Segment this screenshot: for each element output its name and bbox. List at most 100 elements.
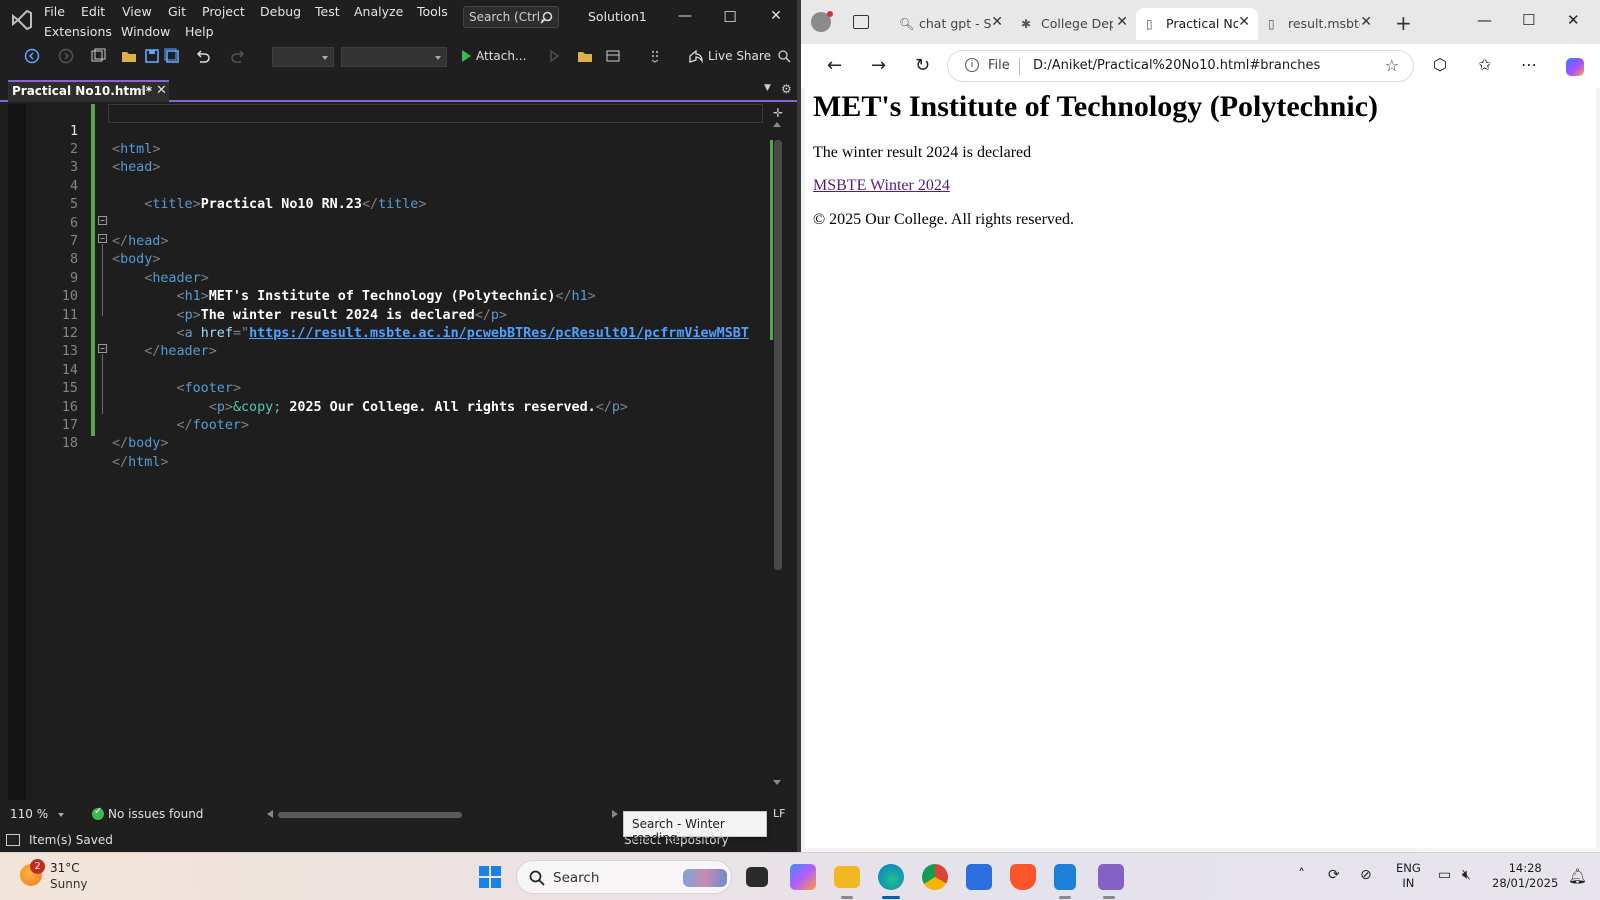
brave-icon[interactable] [1010, 864, 1036, 890]
horizontal-scrollbar[interactable] [270, 812, 615, 818]
menu-window[interactable]: Window [121, 24, 170, 39]
system-clock[interactable]: 14:28 28/01/2025 [1492, 861, 1558, 891]
browser-tab-practical[interactable]: ▯ Practical No ✕ [1136, 8, 1258, 40]
overflow-icon[interactable] [648, 48, 664, 64]
maximize-icon[interactable]: ☐ [720, 8, 740, 26]
menu-file[interactable]: File [44, 4, 65, 19]
scroll-down-icon[interactable] [773, 780, 781, 785]
scroll-thumb[interactable] [774, 140, 782, 570]
chevron-up-icon[interactable]: ˄ [1298, 867, 1305, 883]
back-arrow-icon[interactable]: ← [827, 55, 842, 76]
speaker-muted-icon[interactable]: 🔇︎ [1462, 867, 1471, 883]
split-editor-icon[interactable]: ✛ [773, 106, 783, 120]
msbte-link[interactable]: MSBTE Winter 2024 [813, 177, 950, 195]
chrome-icon[interactable] [922, 864, 948, 890]
platform-dropdown[interactable] [341, 47, 447, 67]
favorites-icon[interactable]: ✩ [1478, 55, 1491, 74]
new-tab-icon[interactable]: + [1395, 11, 1412, 35]
browser-tab-result[interactable]: ▯ result.msbte ✕ [1258, 8, 1380, 40]
code-editor[interactable]: − − − 1 <html> 2 <head> 3 4 <title>Pract… [8, 104, 786, 800]
extensions-icon[interactable]: ⬡ [1433, 55, 1447, 74]
zoom-level[interactable]: 110 % [10, 807, 48, 821]
close-icon[interactable]: ✕ [1567, 11, 1580, 29]
visual-studio-icon[interactable] [1098, 864, 1124, 890]
issues-status[interactable]: No issues found [108, 807, 203, 821]
sync-icon[interactable]: ⟳ [1328, 867, 1340, 883]
maximize-icon[interactable]: ☐ [1522, 11, 1535, 29]
undo-icon[interactable] [195, 48, 211, 64]
notification-bell-icon[interactable]: 🔔︎ [1568, 867, 1587, 885]
copilot-app-icon[interactable] [790, 864, 816, 890]
menu-view[interactable]: View [122, 4, 152, 19]
copilot-icon[interactable] [1566, 58, 1584, 76]
display-icon[interactable]: ▭ [1438, 867, 1451, 883]
vertical-scrollbar[interactable]: ✛ [770, 104, 786, 800]
close-tab-icon[interactable]: ✕ [1116, 14, 1128, 30]
close-tab-icon[interactable]: ✕ [1238, 14, 1250, 30]
scroll-up-icon[interactable] [773, 122, 781, 127]
language-indicator[interactable]: ENG IN [1396, 861, 1421, 891]
back-circle-icon[interactable] [24, 48, 40, 64]
new-project-icon[interactable] [90, 48, 106, 64]
taskbar-search[interactable]: Search [516, 860, 732, 894]
feedback-icon[interactable] [776, 48, 792, 64]
weather-temp[interactable]: 31°C [50, 861, 80, 875]
save-icon[interactable] [144, 48, 160, 64]
menu-edit[interactable]: Edit [81, 4, 105, 19]
close-icon[interactable]: ✕ [766, 8, 786, 24]
hscroll-thumb[interactable] [278, 812, 462, 818]
vs-search-box[interactable]: Search (Ctrl... [463, 6, 559, 28]
forward-arrow-icon[interactable]: → [871, 55, 886, 76]
save-all-icon[interactable] [164, 48, 180, 64]
network-off-icon[interactable]: ⊘ [1360, 867, 1372, 883]
menu-test[interactable]: Test [315, 4, 340, 19]
edge-icon[interactable] [878, 864, 904, 890]
menu-tools[interactable]: Tools [417, 4, 448, 19]
refresh-icon[interactable]: ↻ [915, 55, 930, 76]
menu-debug[interactable]: Debug [260, 4, 301, 19]
attach-button[interactable]: Attach... [476, 49, 526, 63]
weather-condition[interactable]: Sunny [50, 877, 88, 891]
menu-project[interactable]: Project [202, 4, 245, 19]
favorite-star-icon[interactable]: ☆ [1385, 56, 1399, 75]
notepad-icon[interactable] [1054, 864, 1076, 890]
minimize-icon[interactable]: — [1477, 11, 1492, 29]
vs-logo-icon[interactable] [10, 8, 34, 32]
close-tab-icon[interactable]: ✕ [1360, 14, 1372, 30]
pin-icon[interactable]: ⊣ [136, 85, 145, 96]
minimize-icon[interactable]: — [675, 8, 695, 24]
gear-icon[interactable]: ⚙ [781, 82, 792, 96]
task-view-icon[interactable] [746, 867, 768, 887]
close-tab-icon[interactable]: ✕ [156, 83, 167, 98]
menu-extensions[interactable]: Extensions [44, 24, 112, 39]
config-dropdown[interactable] [272, 47, 334, 67]
line-ending[interactable]: LF [773, 807, 785, 820]
windows-start-icon[interactable] [479, 866, 501, 888]
file-explorer-icon[interactable] [834, 866, 860, 888]
tab-dropdown-icon[interactable]: ▼ [764, 83, 771, 93]
doc-tab-practical[interactable]: Practical No10.html* ⊣ ✕ [8, 80, 169, 102]
live-share-button[interactable]: Live Share [708, 49, 771, 63]
folder-view-icon[interactable] [577, 48, 593, 64]
store-icon[interactable] [966, 864, 992, 890]
output-icon[interactable] [6, 834, 20, 846]
browser-tab-college[interactable]: ✱ College Dep ✕ [1011, 8, 1136, 40]
info-icon[interactable]: i [965, 58, 979, 72]
tab-actions-icon[interactable] [853, 15, 869, 29]
menu-help[interactable]: Help [185, 24, 214, 39]
code-line-10: 10 <p>The winter result 2024 is declared… [8, 270, 778, 323]
url-text[interactable]: D:/Aniket/Practical%20No10.html#branches [1033, 58, 1320, 73]
menu-git[interactable]: Git [168, 4, 186, 19]
open-folder-icon[interactable] [121, 48, 137, 64]
more-menu-icon[interactable]: ⋯ [1521, 55, 1537, 74]
tab-label: College Dep [1041, 16, 1113, 31]
scroll-right-icon[interactable] [612, 810, 618, 818]
browser-tab-chatgpt[interactable]: 🔍︎ chat gpt - Se ✕ [889, 8, 1011, 40]
zoom-dropdown-icon[interactable] [58, 813, 64, 817]
url-omnibox[interactable]: i File D:/Aniket/Practical%20No10.html#b… [947, 50, 1414, 82]
menu-analyze[interactable]: Analyze [354, 4, 403, 19]
layout-icon[interactable] [605, 48, 621, 64]
close-tab-icon[interactable]: ✕ [991, 14, 1003, 30]
live-share-icon[interactable] [688, 48, 704, 64]
play-icon[interactable] [458, 48, 474, 64]
